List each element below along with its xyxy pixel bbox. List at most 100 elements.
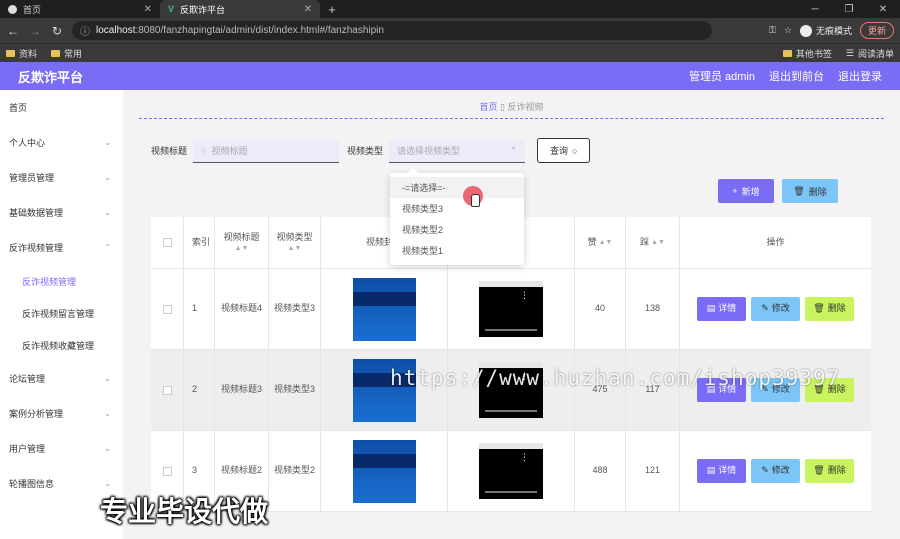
bookmark-folder[interactable]: 资料 bbox=[6, 47, 37, 60]
bookmark-folder-other[interactable]: 其他书签 bbox=[782, 47, 832, 60]
reading-list[interactable]: ☰ 阅读清单 bbox=[846, 47, 894, 60]
delete-button[interactable]: 🗑 删除 bbox=[805, 297, 854, 321]
cover-image[interactable] bbox=[352, 439, 416, 503]
table-row: 1 视频标题4 视频类型3 ⋮ 40 138 ▤ 详情 ✎ 修改 🗑 删除 bbox=[151, 269, 871, 350]
dropdown-option-type2[interactable]: 视频类型2 bbox=[390, 219, 524, 240]
video-player[interactable]: ⋮ bbox=[479, 281, 543, 337]
bulk-delete-button[interactable]: 🗑 删除 bbox=[782, 179, 838, 203]
new-tab-button[interactable]: + bbox=[320, 0, 344, 18]
title-search-input[interactable]: ○ 视频标题 bbox=[193, 138, 340, 163]
sidebar-subitem-video-comments[interactable]: 反诈视频留言管理 bbox=[0, 297, 123, 329]
row-index: 2 bbox=[184, 350, 215, 430]
trash-icon: 🗑 bbox=[793, 185, 805, 196]
edit-button[interactable]: ✎ 修改 bbox=[751, 297, 800, 321]
title-search-placeholder: 视频标题 bbox=[211, 145, 248, 156]
sidebar-item-videos[interactable]: 反诈视频管理 ⌃ bbox=[0, 230, 123, 265]
sidebar-item-users[interactable]: 用户管理 ⌄ bbox=[0, 431, 123, 466]
close-icon[interactable]: ✕ bbox=[144, 4, 152, 15]
restore-icon[interactable]: ❐ bbox=[832, 0, 866, 18]
sidebar-item-label: 基础数据管理 bbox=[9, 208, 64, 218]
detail-button[interactable]: ▤ 详情 bbox=[697, 459, 746, 483]
sidebar-item-home[interactable]: 首页 bbox=[0, 90, 123, 125]
delete-label: 删除 bbox=[827, 465, 846, 476]
sort-icon: ▲▼ bbox=[234, 244, 249, 252]
col-likes[interactable]: 赞 ▲▼ bbox=[575, 217, 626, 268]
sidebar-subitem-video-manage[interactable]: 反诈视频管理 bbox=[0, 265, 123, 297]
close-window-icon[interactable]: ✕ bbox=[866, 0, 900, 18]
chevron-down-icon: ⌄ bbox=[104, 173, 111, 182]
dropdown-option-none[interactable]: -=请选择=- bbox=[390, 177, 524, 198]
key-icon[interactable]: ⚿ bbox=[769, 25, 776, 36]
select-all-checkbox[interactable] bbox=[151, 217, 184, 268]
sidebar-item-admins[interactable]: 管理员管理 ⌄ bbox=[0, 160, 123, 195]
browser-tab-home[interactable]: 首页 ✕ bbox=[0, 0, 160, 18]
cover-image[interactable] bbox=[352, 277, 416, 341]
url-field[interactable]: ⓘ localhost:8080/fanzhapingtai/admin/dis… bbox=[72, 21, 712, 40]
row-ops: ▤ 详情 ✎ 修改 🗑 删除 bbox=[680, 269, 871, 349]
sidebar-item-cases[interactable]: 案例分析管理 ⌄ bbox=[0, 396, 123, 431]
sidebar-subitem-video-favorites[interactable]: 反诈视频收藏管理 bbox=[0, 329, 123, 361]
chevron-down-icon: ⌄ bbox=[104, 409, 111, 418]
close-icon[interactable]: ✕ bbox=[304, 4, 312, 15]
chevron-down-icon: ⌄ bbox=[104, 374, 111, 383]
more-vertical-icon[interactable]: ⋮ bbox=[520, 453, 529, 461]
chevron-up-icon: ⌃ bbox=[510, 145, 518, 155]
browser-tabbar: 首页 ✕ V 反欺诈平台 ✕ + ─ ❐ ✕ bbox=[0, 0, 900, 18]
col-dislikes[interactable]: 踩 ▲▼ bbox=[626, 217, 680, 268]
browser-tab-app[interactable]: V 反欺诈平台 ✕ bbox=[160, 0, 320, 18]
bookmark-folder[interactable]: 常用 bbox=[51, 47, 82, 60]
sidebar-item-label: 用户管理 bbox=[9, 444, 46, 454]
row-ops: ▤ 详情 ✎ 修改 🗑 删除 bbox=[680, 431, 871, 511]
minimize-icon[interactable]: ─ bbox=[798, 0, 832, 18]
col-title[interactable]: 视频标题 ▲▼ bbox=[215, 217, 269, 268]
video-type-placeholder: 请选择视频类型 bbox=[397, 145, 461, 156]
incognito-indicator[interactable]: 无痕模式 bbox=[799, 24, 852, 37]
search-icon: ○ bbox=[201, 145, 207, 155]
query-button-label: 查询 bbox=[550, 146, 569, 156]
update-button[interactable]: 更新 bbox=[859, 22, 894, 39]
row-likes: 475 bbox=[575, 350, 626, 430]
add-button[interactable]: + 新增 bbox=[718, 179, 774, 203]
sidebar-item-label: 案例分析管理 bbox=[9, 409, 64, 419]
row-type: 视频类型3 bbox=[269, 269, 321, 349]
col-type[interactable]: 视频类型 ▲▼ bbox=[269, 217, 321, 268]
sidebar-item-label: 个人中心 bbox=[9, 138, 46, 148]
more-vertical-icon[interactable]: ⋮ bbox=[520, 291, 529, 299]
delete-label: 删除 bbox=[827, 303, 846, 314]
sort-icon: ▲▼ bbox=[651, 238, 665, 246]
row-index: 1 bbox=[184, 269, 215, 349]
sidebar-item-forum[interactable]: 论坛管理 ⌄ bbox=[0, 361, 123, 396]
breadcrumb-home[interactable]: 首页 bbox=[480, 102, 498, 112]
query-button[interactable]: 查询 ○ bbox=[537, 138, 591, 163]
detail-label: 详情 bbox=[718, 465, 737, 476]
dropdown-option-type3[interactable]: 视频类型3 bbox=[390, 198, 524, 219]
edit-button[interactable]: ✎ 修改 bbox=[751, 459, 800, 483]
star-icon[interactable]: ☆ bbox=[784, 25, 792, 36]
sidebar-item-basic-data[interactable]: 基础数据管理 ⌄ bbox=[0, 195, 123, 230]
col-type-label: 视频类型 bbox=[276, 232, 313, 243]
forward-icon[interactable]: → bbox=[28, 24, 42, 38]
plus-icon: + bbox=[732, 186, 738, 196]
detail-button[interactable]: ▤ 详情 bbox=[697, 297, 746, 321]
row-ops: ▤ 详情 ✎ 修改 🗑 删除 bbox=[680, 350, 871, 430]
reading-list-icon: ☰ bbox=[845, 47, 854, 58]
col-index: 索引 bbox=[184, 217, 215, 268]
back-to-front-link[interactable]: 退出到前台 bbox=[769, 68, 824, 84]
app-header: 反欺诈平台 管理员 admin 退出到前台 退出登录 bbox=[0, 62, 900, 90]
search-icon: ○ bbox=[572, 145, 578, 156]
back-icon[interactable]: ← bbox=[6, 24, 20, 38]
chevron-down-icon: ⌄ bbox=[104, 479, 111, 488]
row-dislikes: 121 bbox=[626, 431, 680, 511]
row-checkbox[interactable] bbox=[151, 269, 184, 349]
delete-button[interactable]: 🗑 删除 bbox=[805, 459, 854, 483]
logout-link[interactable]: 退出登录 bbox=[838, 68, 882, 84]
search-form: 视频标题 ○ 视频标题 视频类型 请选择视频类型 ⌃ 查询 ○ bbox=[151, 138, 591, 163]
row-checkbox[interactable] bbox=[151, 350, 184, 430]
reload-icon[interactable]: ↻ bbox=[50, 24, 64, 38]
video-player[interactable]: ⋮ bbox=[479, 443, 543, 499]
col-title-label: 视频标题 bbox=[223, 232, 260, 243]
app-logo: 反欺诈平台 bbox=[18, 69, 84, 85]
video-type-select[interactable]: 请选择视频类型 ⌃ bbox=[389, 138, 526, 163]
dropdown-option-type1[interactable]: 视频类型1 bbox=[390, 240, 524, 261]
sidebar-item-profile[interactable]: 个人中心 ⌄ bbox=[0, 125, 123, 160]
